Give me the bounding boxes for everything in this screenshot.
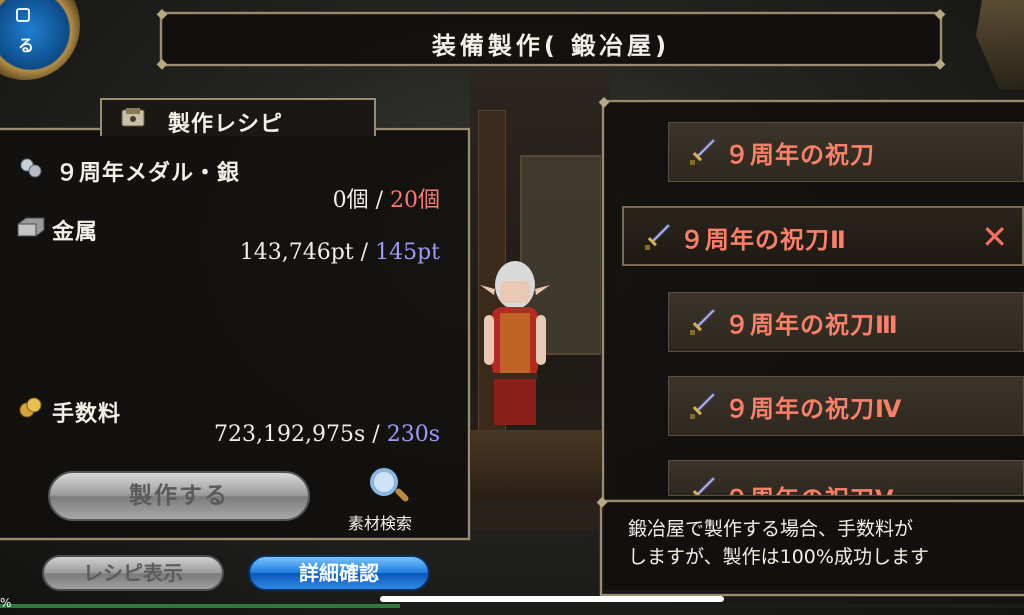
message-line: しますが、製作は100%成功します <box>628 546 929 568</box>
menu-icon <box>16 8 30 22</box>
corner-ornament: ◆ <box>934 6 946 22</box>
emblem-label: る <box>18 36 35 55</box>
recipe-view-button[interactable]: レシピ表示 <box>42 555 224 591</box>
menu-emblem-button[interactable]: る <box>0 0 80 80</box>
sword-icon <box>690 138 716 165</box>
material-sep: / <box>360 240 369 265</box>
sword-icon <box>692 476 716 495</box>
coin-icon <box>19 397 42 418</box>
list-item-label: ９周年の祝刀Ⅱ <box>680 226 847 254</box>
material-quantity: 143,746pt / 145pt <box>200 240 440 265</box>
detail-check-button[interactable]: 詳細確認 <box>248 555 430 591</box>
title-bar: ◆ ◆ ◆ ◆ 装備製作( 鍛冶屋) <box>157 6 946 72</box>
material-need: 145pt <box>375 240 440 265</box>
page-title: 装備製作( 鍛冶屋) <box>431 32 671 60</box>
material-quantity: 0個 / 20個 <box>290 182 440 214</box>
close-icon[interactable]: ✕ <box>981 218 1008 256</box>
metal-ingot-icon <box>17 217 45 237</box>
list-item-label: ９周年の祝刀Ⅲ <box>725 311 899 339</box>
medal-icon <box>20 158 42 178</box>
fee-sep: / <box>372 422 380 447</box>
list-item[interactable]: ９周年の祝刀Ⅲ <box>668 292 1024 352</box>
recipe-title: 製作レシピ <box>168 112 284 137</box>
list-item[interactable]: ９周年の祝刀 <box>668 122 1024 182</box>
corner-ornament: ◆ <box>596 494 608 510</box>
corner-ornament: ◆ <box>598 94 610 110</box>
corner-ornament: ◆ <box>156 6 168 22</box>
list-item-label: ９周年の祝刀Ⅴ <box>725 479 895 495</box>
material-sep: / <box>375 188 383 213</box>
progress-fill <box>0 604 400 608</box>
blacksmith-npc[interactable] <box>470 255 560 435</box>
sword-icon <box>645 223 671 250</box>
home-indicator[interactable] <box>380 596 724 602</box>
list-item[interactable]: ９周年の祝刀Ⅴ <box>668 460 1024 496</box>
list-item-label: ９周年の祝刀 <box>725 141 875 169</box>
fee-quantity: 723,192,975s / 230s <box>170 422 440 447</box>
material-name: ９周年メダル・銀 <box>56 161 241 186</box>
material-need: 20個 <box>390 188 440 213</box>
fee-name: 手数料 <box>52 402 122 427</box>
list-item-label: ９周年の祝刀Ⅳ <box>725 395 903 423</box>
fee-need: 230s <box>386 422 440 447</box>
progress-bar <box>0 604 1024 608</box>
percent-label: % <box>0 596 12 610</box>
recipe-panel-header: 製作レシピ <box>100 98 376 137</box>
craft-button[interactable]: 製作する <box>48 471 310 521</box>
list-item[interactable]: ９周年の祝刀Ⅳ <box>668 376 1024 436</box>
material-name: 金属 <box>52 220 99 245</box>
magnifier-icon[interactable] <box>370 468 398 496</box>
sword-icon <box>690 392 716 419</box>
list-item-selected[interactable]: ９周年の祝刀Ⅱ ✕ <box>622 206 1024 266</box>
recipe-book-icon <box>121 108 145 127</box>
sword-icon <box>690 308 716 335</box>
lamp-decoration <box>976 0 1024 90</box>
fee-have: 723,192,975s <box>214 422 366 447</box>
message-panel: ◆ 鍛冶屋で製作する場合、手数料が しますが、製作は100%成功します <box>597 494 1024 596</box>
message-line: 鍛冶屋で製作する場合、手数料が <box>628 518 914 540</box>
material-search-button[interactable]: 素材検索 <box>348 510 412 534</box>
material-have: 143,746pt <box>239 240 354 265</box>
background-counter <box>470 430 610 500</box>
material-have: 0個 <box>332 188 369 213</box>
